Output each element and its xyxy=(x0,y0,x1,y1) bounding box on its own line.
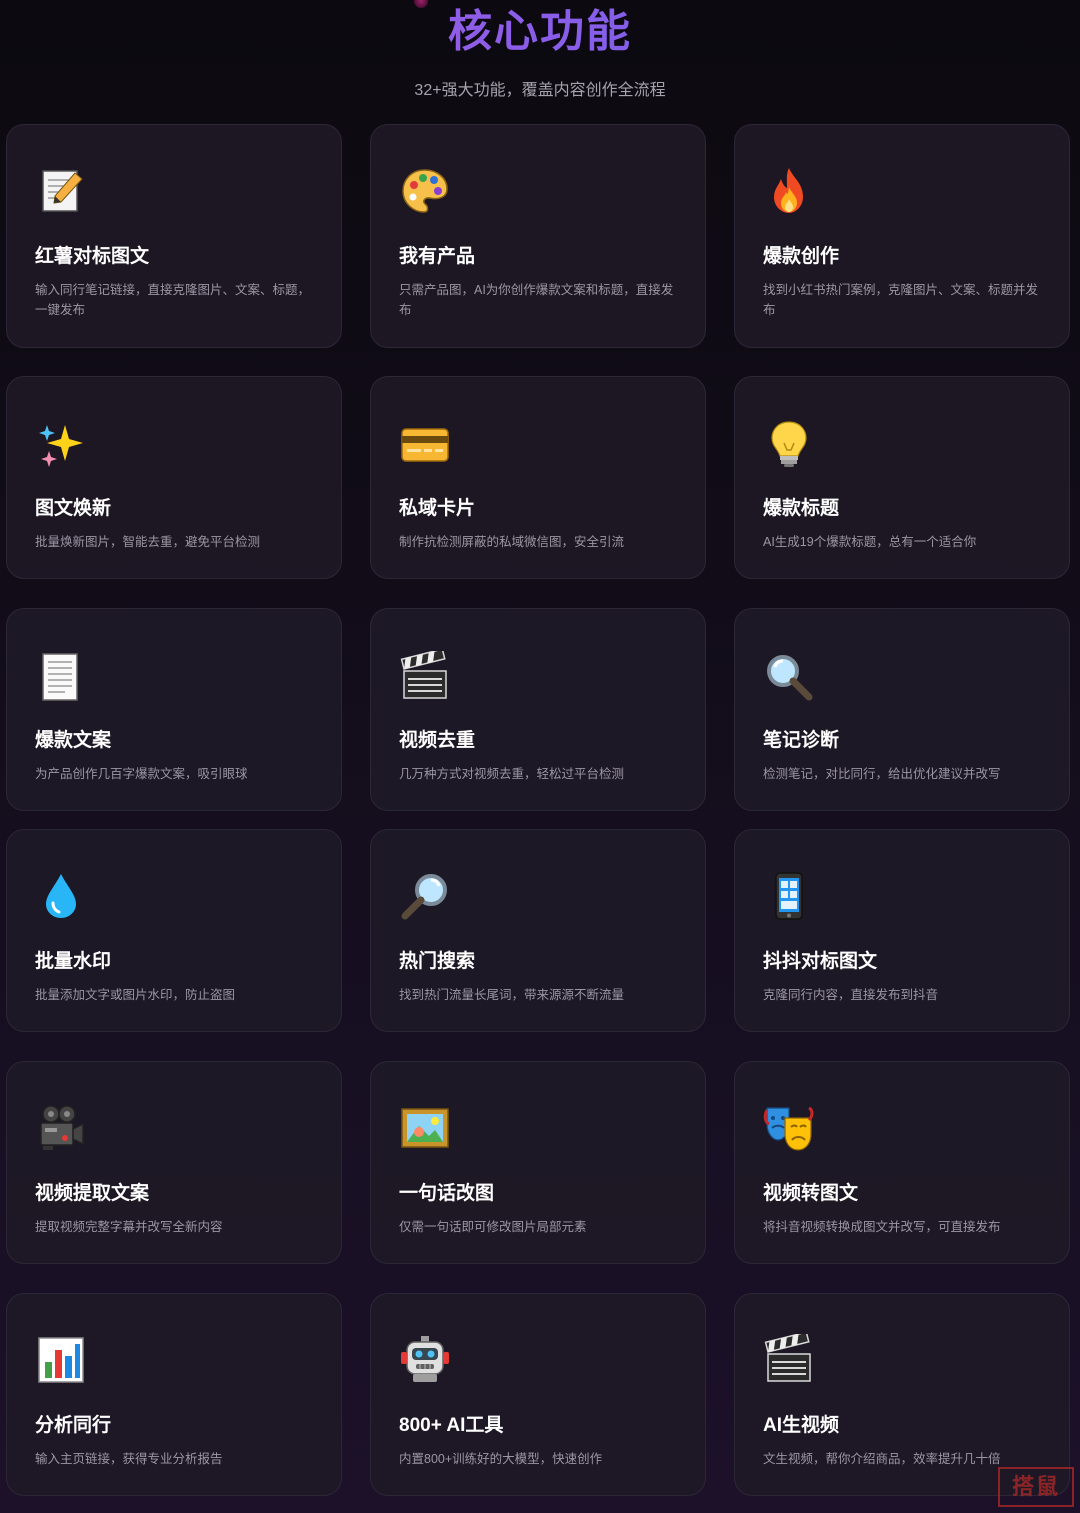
feature-card[interactable]: 抖抖对标图文克隆同行内容，直接发布到抖音 xyxy=(734,829,1070,1032)
feature-name: 爆款创作 xyxy=(763,246,840,267)
feature-description: 找到热门流量长尾词，带来源源不断流量 xyxy=(399,988,625,1002)
feature-name: 热门搜索 xyxy=(399,951,476,972)
feature-card[interactable]: AI生视频文生视频，帮你介绍商品，效率提升几十倍 xyxy=(734,1293,1070,1496)
feature-name: 分析同行 xyxy=(35,1415,112,1436)
document-icon xyxy=(35,651,87,703)
feature-card[interactable]: 批量水印批量添加文字或图片水印，防止盗图 xyxy=(6,829,342,1032)
feature-card[interactable]: 800+ AI工具内置800+训练好的大模型，快速创作 xyxy=(370,1293,706,1496)
feature-name: 爆款文案 xyxy=(35,730,112,751)
feature-card[interactable]: 视频提取文案提取视频完整字幕并改写全新内容 xyxy=(6,1061,342,1264)
feature-name: 爆款标题 xyxy=(763,498,840,519)
feature-name: 视频去重 xyxy=(399,730,476,751)
feature-card[interactable]: 分析同行输入主页链接，获得专业分析报告 xyxy=(6,1293,342,1496)
feature-description: 克隆同行内容，直接发布到抖音 xyxy=(763,988,939,1002)
feature-description: 文生视频，帮你介绍商品，效率提升几十倍 xyxy=(763,1452,1001,1466)
feature-card[interactable]: 笔记诊断检测笔记，对比同行，给出优化建议并改写 xyxy=(734,608,1070,811)
feature-description: 为产品创作几百字爆款文案，吸引眼球 xyxy=(35,767,248,781)
memo-icon xyxy=(35,165,87,217)
feature-name: 私域卡片 xyxy=(399,498,476,519)
mobile-phone-icon xyxy=(763,870,815,922)
feature-card[interactable]: 视频去重几万种方式对视频去重，轻松过平台检测 xyxy=(370,608,706,811)
feature-card[interactable]: 图文焕新批量焕新图片，智能去重，避免平台检测 xyxy=(6,376,342,579)
feature-name: 800+ AI工具 xyxy=(399,1415,504,1436)
feature-description: 输入同行笔记链接，直接克隆图片、文案、标题，一键发布 xyxy=(35,283,311,317)
feature-card[interactable]: 一句话改图仅需一句话即可修改图片局部元素 xyxy=(370,1061,706,1264)
movie-camera-icon xyxy=(35,1102,87,1154)
feature-card[interactable]: 红薯对标图文输入同行笔记链接，直接克隆图片、文案、标题，一键发布 xyxy=(6,124,342,348)
feature-card[interactable]: 爆款标题 AI生成19个爆款标题，总有一个适合你 xyxy=(734,376,1070,579)
robot-icon xyxy=(399,1334,451,1386)
feature-card[interactable]: 我有产品只需产品图，AI为你创作爆款文案和标题，直接发布 xyxy=(370,124,706,348)
feature-description: 检测笔记，对比同行，给出优化建议并改写 xyxy=(763,767,1001,781)
corner-watermark-stamp: 搭鼠 xyxy=(998,1467,1074,1507)
theater-masks-icon xyxy=(763,1102,815,1154)
feature-card[interactable]: 爆款创作找到小红书热门案例，克隆图片、文案、标题并发布 xyxy=(734,124,1070,348)
feature-card[interactable]: 爆款文案为产品创作几百字爆款文案，吸引眼球 xyxy=(6,608,342,811)
feature-description: 批量添加文字或图片水印，防止盗图 xyxy=(35,988,236,1002)
feature-name: 我有产品 xyxy=(399,246,476,267)
droplet-icon xyxy=(35,870,87,922)
feature-grid: 红薯对标图文 输入同行笔记链接，直接克隆图片、文案、标题，一键发布 我有产品 只需产品… xyxy=(0,0,1080,1513)
feature-description: AI生成19个爆款标题，总有一个适合你 xyxy=(763,535,977,549)
clapper-board-icon xyxy=(763,1334,815,1386)
feature-card[interactable]: 视频转图文将抖音视频转换成图文并改写，可直接发布 xyxy=(734,1061,1070,1264)
palette-icon xyxy=(399,165,451,217)
feature-description: 内置800+训练好的大模型，快速创作 xyxy=(399,1452,603,1466)
feature-card[interactable]: 热门搜索找到热门流量长尾词，带来源源不断流量 xyxy=(370,829,706,1032)
feature-name: 视频提取文案 xyxy=(35,1183,150,1204)
feature-card[interactable]: 私域卡片制作抗检测屏蔽的私域微信图，安全引流 xyxy=(370,376,706,579)
feature-description: 批量焕新图片，智能去重，避免平台检测 xyxy=(35,535,261,549)
magnifier-icon xyxy=(763,651,815,703)
framed-picture-icon xyxy=(399,1102,451,1154)
feature-description: 将抖音视频转换成图文并改写，可直接发布 xyxy=(763,1220,1001,1234)
feature-name: 批量水印 xyxy=(35,951,112,972)
credit-card-icon xyxy=(399,419,451,471)
feature-description: 找到小红书热门案例，克隆图片、文案、标题并发布 xyxy=(763,283,1039,317)
feature-description: 几万种方式对视频去重，轻松过平台检测 xyxy=(399,767,625,781)
bar-chart-icon xyxy=(35,1334,87,1386)
fire-icon xyxy=(763,165,815,217)
clapper-board-icon xyxy=(399,651,451,703)
feature-name: 图文焕新 xyxy=(35,498,112,519)
feature-description: 仅需一句话即可修改图片局部元素 xyxy=(399,1220,587,1234)
feature-description: 只需产品图，AI为你创作爆款文案和标题，直接发布 xyxy=(399,283,674,317)
feature-name: 笔记诊断 xyxy=(763,730,840,751)
feature-name: 视频转图文 xyxy=(763,1183,859,1204)
feature-description: 输入主页链接，获得专业分析报告 xyxy=(35,1452,223,1466)
light-bulb-icon xyxy=(763,419,815,471)
feature-description: 制作抗检测屏蔽的私域微信图，安全引流 xyxy=(399,535,625,549)
feature-description: 提取视频完整字幕并改写全新内容 xyxy=(35,1220,223,1234)
magnifier-right-icon xyxy=(399,870,451,922)
feature-name: 抖抖对标图文 xyxy=(763,951,878,972)
feature-name: AI生视频 xyxy=(763,1415,840,1436)
feature-name: 红薯对标图文 xyxy=(35,246,150,267)
sparkles-icon xyxy=(35,419,87,471)
feature-name: 一句话改图 xyxy=(399,1183,495,1204)
